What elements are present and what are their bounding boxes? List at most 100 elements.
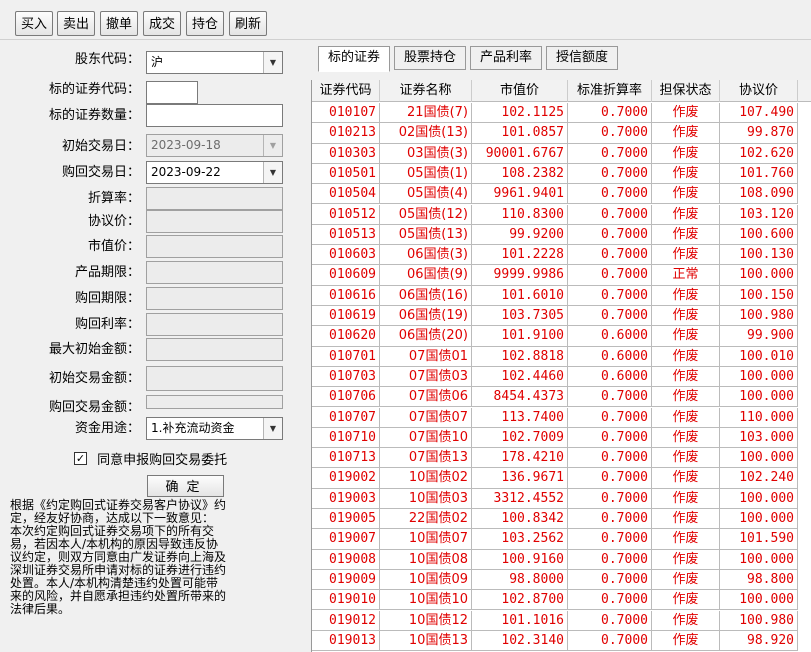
cell-agreed-price: 100.000 <box>720 387 798 408</box>
cell-name: 07国债03 <box>380 366 472 388</box>
table-row[interactable]: 019002 10国债02 136.9671 0.7000 作废 102.240 <box>312 468 811 489</box>
table-row[interactable]: 010107 21国债(7) 102.1125 0.7000 作废 107.490 <box>312 103 811 124</box>
cancel-order-button[interactable]: 撤单 <box>100 11 138 36</box>
cell-code: 010603 <box>312 245 380 266</box>
table-row[interactable]: 019008 10国债08 100.9160 0.7000 作废 100.000 <box>312 549 811 570</box>
cell-name: 05国债(4) <box>380 184 472 205</box>
repurchase-date-label: 购回交易日： <box>61 165 140 180</box>
cell-discount-rate: 0.7000 <box>568 427 652 449</box>
security-code-input[interactable] <box>146 81 198 104</box>
agree-checkbox-label[interactable]: 同意申报购回交易委托 <box>97 453 227 468</box>
initial-date-value: 2023-09-18 <box>151 138 221 152</box>
cell-agreed-price: 100.150 <box>720 285 798 306</box>
cell-name: 06国债(16) <box>380 285 472 306</box>
cell-code: 010713 <box>312 448 380 469</box>
cell-market-value: 9999.9986 <box>472 265 568 286</box>
table-row[interactable]: 010619 06国债(19) 103.7305 0.7000 作废 100.980 <box>312 306 811 327</box>
cell-discount-rate: 0.7000 <box>568 123 652 144</box>
cell-agreed-price: 107.490 <box>720 103 798 124</box>
cell-collateral-status: 作废 <box>652 529 720 550</box>
cell-code: 019013 <box>312 630 380 652</box>
initial-amount-field <box>146 366 283 391</box>
cell-agreed-price: 101.590 <box>720 529 798 550</box>
cell-agreed-price: 99.870 <box>720 123 798 144</box>
cell-agreed-price: 100.010 <box>720 346 798 367</box>
table-row[interactable]: 010706 07国债06 8454.4373 0.7000 作废 100.000 <box>312 387 811 408</box>
cell-name: 10国债03 <box>380 488 472 509</box>
table-row[interactable]: 010616 06国债(16) 101.6010 0.7000 作废 100.150 <box>312 285 811 306</box>
table-row[interactable]: 010512 05国债(12) 110.8300 0.7000 作废 103.120 <box>312 204 811 225</box>
table-row[interactable]: 010703 07国债03 102.4460 0.6000 作废 100.000 <box>312 366 811 388</box>
cell-name: 06国债(19) <box>380 306 472 327</box>
buy-button[interactable]: 买入 <box>15 11 53 36</box>
tab-credit-limit[interactable]: 授信额度 <box>546 46 618 70</box>
cell-code: 010710 <box>312 427 380 449</box>
table-row[interactable]: 010513 05国债(13) 99.9200 0.7000 作废 100.600 <box>312 224 811 246</box>
table-row[interactable]: 010504 05国债(4) 9961.9401 0.7000 作废 108.090 <box>312 184 811 205</box>
cell-discount-rate: 0.7000 <box>568 590 652 611</box>
cell-name: 10国债10 <box>380 590 472 611</box>
trades-button[interactable]: 成交 <box>143 11 181 36</box>
cell-collateral-status: 作废 <box>652 326 720 347</box>
security-qty-input[interactable] <box>146 104 283 127</box>
market-value-label: 市值价： <box>87 239 140 254</box>
fund-use-label: 资金用途： <box>74 421 140 436</box>
col-header-code[interactable]: 证券代码 <box>312 80 380 102</box>
refresh-button[interactable]: 刷新 <box>229 11 267 36</box>
cell-discount-rate: 0.6000 <box>568 346 652 367</box>
cell-name: 06国债(9) <box>380 265 472 286</box>
table-row[interactable]: 010713 07国债13 178.4210 0.7000 作废 100.000 <box>312 448 811 469</box>
agree-checkbox-row[interactable]: ✓ 同意申报购回交易委托 <box>74 449 227 468</box>
tab-stock-positions[interactable]: 股票持仓 <box>394 46 466 70</box>
chevron-down-icon[interactable]: ▼ <box>263 162 282 183</box>
positions-button[interactable]: 持仓 <box>186 11 224 36</box>
cell-discount-rate: 0.7000 <box>568 103 652 124</box>
table-row[interactable]: 010501 05国债(1) 108.2382 0.7000 作废 101.760 <box>312 163 811 185</box>
cell-code: 010504 <box>312 184 380 205</box>
table-row[interactable]: 010213 02国债(13) 101.0857 0.7000 作废 99.870 <box>312 123 811 144</box>
cell-collateral-status: 作废 <box>652 427 720 449</box>
chevron-down-icon[interactable]: ▼ <box>263 418 282 439</box>
cell-discount-rate: 0.7000 <box>568 630 652 652</box>
cell-market-value: 101.1016 <box>472 610 568 631</box>
cell-name: 06国债(3) <box>380 245 472 266</box>
table-row[interactable]: 010303 03国债(3) 90001.6767 0.7000 作废 102.620 <box>312 143 811 164</box>
table-row[interactable]: 019013 10国债13 102.3140 0.7000 作废 98.920 <box>312 630 811 652</box>
col-header-name[interactable]: 证券名称 <box>380 80 472 102</box>
table-row[interactable]: 010603 06国债(3) 101.2228 0.7000 作废 100.130 <box>312 245 811 266</box>
table-row[interactable]: 019012 10国债12 101.1016 0.7000 作废 100.980 <box>312 610 811 631</box>
cell-name: 07国债13 <box>380 448 472 469</box>
tab-product-rates[interactable]: 产品利率 <box>470 46 542 70</box>
cell-collateral-status: 正常 <box>652 265 720 286</box>
col-header-market-value[interactable]: 市值价 <box>472 80 568 102</box>
chevron-down-icon[interactable]: ▼ <box>263 52 282 73</box>
checkmark-icon[interactable]: ✓ <box>74 452 87 465</box>
table-row[interactable]: 019007 10国债07 103.2562 0.7000 作废 101.590 <box>312 529 811 550</box>
col-header-collateral-status[interactable]: 担保状态 <box>652 80 720 102</box>
col-header-discount-rate[interactable]: 标准折算率 <box>568 80 652 102</box>
shareholder-code-label: 股东代码： <box>74 52 140 67</box>
repurchase-date-select[interactable]: 2023-09-22 ▼ <box>146 161 283 184</box>
table-row[interactable]: 010609 06国债(9) 9999.9986 0.7000 正常 100.000 <box>312 265 811 286</box>
table-row[interactable]: 010701 07国债01 102.8818 0.6000 作废 100.010 <box>312 346 811 367</box>
col-header-agreed-price[interactable]: 协议价 <box>720 80 798 102</box>
confirm-button[interactable]: 确定 <box>147 475 224 497</box>
cell-discount-rate: 0.7000 <box>568 549 652 570</box>
table-row[interactable]: 019010 10国债10 102.8700 0.7000 作废 100.000 <box>312 590 811 611</box>
agreement-notice: 根据《约定购回式证券交易客户协议》约 定，经友好协商，达成以下一致意见： 本次约… <box>10 498 227 616</box>
fund-use-select[interactable]: 1.补充流动资金 ▼ <box>146 417 283 440</box>
table-row[interactable]: 019003 10国债03 3312.4552 0.7000 作废 100.000 <box>312 488 811 509</box>
table-row[interactable]: 019005 22国债02 100.8342 0.7000 作废 100.000 <box>312 509 811 530</box>
table-row[interactable]: 010707 07国债07 113.7400 0.7000 作废 110.000 <box>312 407 811 428</box>
shareholder-code-select[interactable]: 沪 ▼ <box>146 51 283 74</box>
cell-market-value: 99.9200 <box>472 224 568 246</box>
sell-button[interactable]: 卖出 <box>57 11 95 36</box>
cell-agreed-price: 100.600 <box>720 224 798 246</box>
cell-agreed-price: 100.000 <box>720 590 798 611</box>
tab-underlying-securities[interactable]: 标的证券 <box>318 46 390 72</box>
table-row[interactable]: 019009 10国债09 98.8000 0.7000 作废 98.800 <box>312 569 811 591</box>
table-row[interactable]: 010620 06国债(20) 101.9100 0.6000 作废 99.900 <box>312 326 811 347</box>
cell-agreed-price: 99.900 <box>720 326 798 347</box>
table-row[interactable]: 010710 07国债10 102.7009 0.7000 作废 103.000 <box>312 427 811 449</box>
cell-agreed-price: 100.980 <box>720 610 798 631</box>
